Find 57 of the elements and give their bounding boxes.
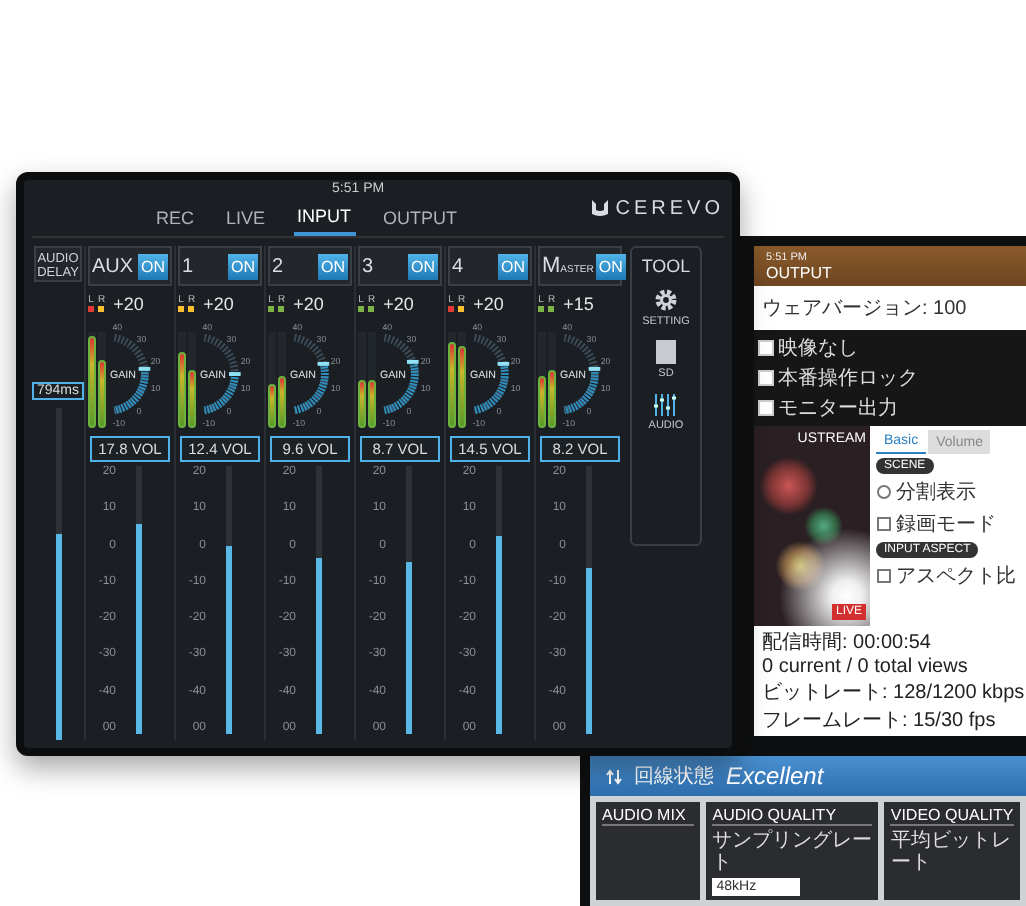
gain-knob[interactable] xyxy=(473,333,510,415)
gain-value: +20 xyxy=(113,294,144,314)
connection-quality: Excellent xyxy=(726,762,824,790)
screen-title: OUTPUT xyxy=(766,263,834,281)
field-label: サンプリングレート xyxy=(712,830,873,874)
panel-title: AUDIO MIX xyxy=(602,806,695,826)
channel-name: MASTER xyxy=(542,254,594,278)
gain-value: +20 xyxy=(383,294,414,314)
channel-name: AUX xyxy=(92,255,134,277)
fader-track[interactable] xyxy=(226,466,232,734)
radio-icon xyxy=(876,484,892,500)
sd-card-icon xyxy=(652,338,680,366)
firmware-version: ウェアバージョン: 100 xyxy=(754,286,1026,330)
checkbox-icon xyxy=(876,568,892,584)
gain-knob[interactable] xyxy=(293,333,330,415)
nav-tab[interactable]: REC xyxy=(152,202,199,236)
gain-value: +20 xyxy=(473,294,504,314)
delay-slider[interactable] xyxy=(55,408,61,740)
channel-name: 4 xyxy=(452,255,464,277)
fader-track[interactable] xyxy=(496,466,502,734)
fader-track[interactable] xyxy=(406,466,412,734)
setting-item[interactable]: アスペクト比 xyxy=(876,562,1020,590)
arrows-icon xyxy=(606,767,622,785)
nav-tab[interactable]: INPUT xyxy=(293,202,356,236)
option-checkbox[interactable]: 映像なし xyxy=(758,334,858,362)
channel-name: 2 xyxy=(272,255,284,277)
nav-tab[interactable]: LIVE xyxy=(222,202,270,236)
checkbox-icon xyxy=(876,516,892,532)
gain-value: +15 xyxy=(563,294,594,314)
gain-value: +20 xyxy=(203,294,234,314)
option-checkbox[interactable]: 本番操作ロック xyxy=(758,364,918,392)
fader-track[interactable] xyxy=(586,466,592,734)
setting-item[interactable]: 録画モード xyxy=(876,510,1020,538)
stream-stat: フレームレート: 15/30 fps xyxy=(762,708,998,734)
panel-title: VIDEO QUALITY xyxy=(890,806,1014,826)
gain-knob[interactable] xyxy=(113,333,151,415)
nav-tab[interactable]: OUTPUT xyxy=(379,202,462,236)
option-checkbox[interactable]: モニター出力 xyxy=(758,394,898,422)
fader-track[interactable] xyxy=(316,466,322,734)
setting-item[interactable]: 分割表示 xyxy=(876,478,1020,506)
gain-value: +20 xyxy=(293,294,324,314)
sliders-icon xyxy=(651,390,680,418)
fader-track[interactable] xyxy=(136,466,142,734)
logo-icon xyxy=(589,198,610,218)
gear-icon xyxy=(652,286,680,314)
field-label: 平均ビットレート xyxy=(890,830,1013,874)
tool-heading: TOOL xyxy=(641,256,691,276)
gain-knob[interactable] xyxy=(563,333,601,415)
channel-name: 1 xyxy=(182,255,194,277)
connection-label: 回線状態 xyxy=(634,763,714,790)
stream-stat: 0 current / 0 total views xyxy=(762,656,970,678)
panel-title: AUDIO QUALITY xyxy=(712,806,873,826)
gain-knob[interactable] xyxy=(383,333,419,415)
brand-name: CEREVO xyxy=(615,197,724,219)
gain-knob[interactable] xyxy=(203,333,241,415)
stream-stat: 配信時間: 00:00:54 xyxy=(762,629,933,656)
channel-name: 3 xyxy=(362,255,374,277)
